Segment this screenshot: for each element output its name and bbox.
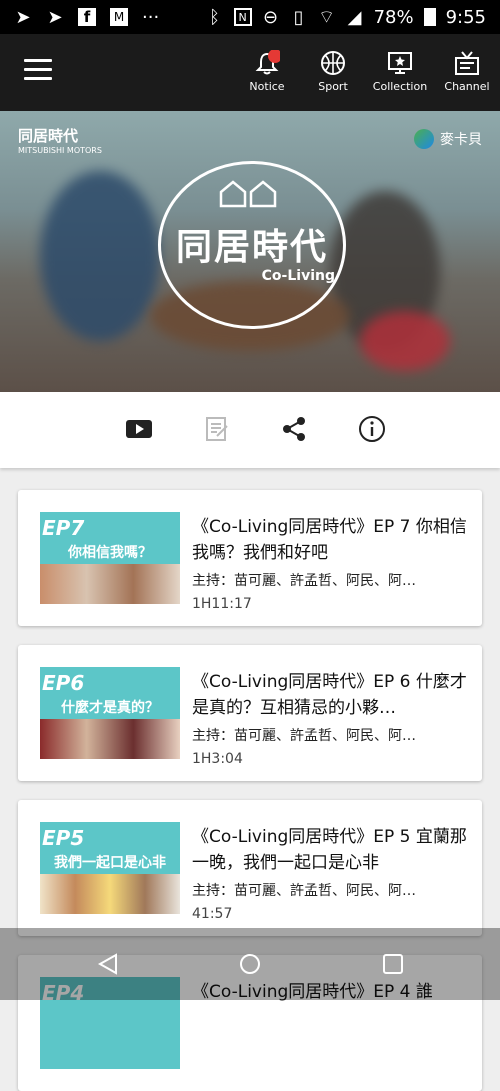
nav-channel-label: Channel xyxy=(444,80,490,93)
mail-icon: M xyxy=(110,8,128,26)
note-edit-icon xyxy=(206,417,228,441)
back-icon xyxy=(97,953,117,975)
nav-sport[interactable]: Sport xyxy=(298,50,368,93)
recents-button[interactable] xyxy=(381,952,405,976)
wifi-icon: ⌔ xyxy=(318,6,336,28)
nav-collection[interactable]: Collection xyxy=(365,50,435,93)
episode-duration: 41:57 xyxy=(192,906,233,922)
clock: 9:55 xyxy=(445,6,486,28)
battery-icon xyxy=(423,8,436,26)
episode-card[interactable]: EP6 什麼才是真的？ 《Co-Living同居時代》EP 6 什麼才是真的？互… xyxy=(18,645,482,781)
menu-button[interactable] xyxy=(24,59,52,81)
episode-duration: 1H3:04 xyxy=(192,751,243,767)
bell-icon xyxy=(255,50,280,75)
nav-notice[interactable]: Notice xyxy=(232,50,302,93)
recents-icon xyxy=(383,954,403,974)
info-icon xyxy=(359,416,385,442)
episode-thumbnail: EP7 你相信我嗎？ xyxy=(40,512,180,604)
episode-host: 主持：苗可麗、許孟哲、阿民、阿… xyxy=(192,573,416,589)
episode-thumbnail: EP5 我們一起口是心非 xyxy=(40,822,180,914)
menu-icon xyxy=(24,59,52,62)
episode-duration: 1H11:17 xyxy=(192,596,252,612)
battery-percent: 78% xyxy=(373,6,414,28)
bluetooth-icon: ᛒ xyxy=(209,6,220,28)
episode-host: 主持：苗可麗、許孟哲、阿民、阿… xyxy=(192,728,416,744)
tv-icon xyxy=(455,51,479,75)
program-banner: 同居時代 MITSUBISHI MOTORS 麥卡貝 同居時代 Co-Livin… xyxy=(0,111,500,392)
do-not-disturb-icon: ⊖ xyxy=(263,6,279,28)
edit-button[interactable] xyxy=(202,414,232,444)
basketball-icon xyxy=(321,51,345,75)
facebook-icon: f xyxy=(78,8,96,26)
home-button[interactable] xyxy=(238,952,262,976)
episode-card[interactable]: EP5 我們一起口是心非 《Co-Living同居時代》EP 5 宜蘭那一晚，我… xyxy=(18,800,482,936)
nav-notice-label: Notice xyxy=(249,80,285,93)
info-button[interactable] xyxy=(357,414,387,444)
notification-badge xyxy=(268,50,280,63)
house-icon xyxy=(219,180,277,208)
youtube-icon xyxy=(126,420,152,438)
nav-sport-label: Sport xyxy=(318,80,348,93)
banner-brand-logo: 同居時代 MITSUBISHI MOTORS xyxy=(18,127,102,155)
episode-title: 《Co-Living同居時代》EP 7 你相信我嗎？我們和好吧 xyxy=(192,517,467,563)
nfc-icon: N xyxy=(233,8,252,26)
actions-bar xyxy=(0,392,500,468)
vibrate-icon: ▯ xyxy=(293,6,304,28)
youtube-button[interactable] xyxy=(124,414,154,444)
signal-icon: ◢ xyxy=(347,6,362,28)
back-button[interactable] xyxy=(96,952,120,976)
episode-card[interactable]: EP7 你相信我嗎？ 《Co-Living同居時代》EP 7 你相信我嗎？我們和… xyxy=(18,490,482,626)
app-bar: Notice Sport Collection Channel xyxy=(0,34,500,111)
nav-collection-label: Collection xyxy=(372,80,428,93)
more-icon: ··· xyxy=(142,6,160,28)
share-icon xyxy=(283,417,305,441)
navigation-icon: ➤ xyxy=(47,6,63,28)
publisher-icon xyxy=(414,129,434,149)
system-navigation-bar xyxy=(0,928,500,1000)
status-bar: ➤ ➤ f M ··· ᛒ N ⊖ ▯ ⌔ ◢ 78% 9:55 xyxy=(0,0,500,34)
publisher-logo: 麥卡貝 xyxy=(414,129,482,149)
home-icon xyxy=(240,954,260,974)
partner-logo: MITSUBISHI MOTORS xyxy=(18,146,102,155)
episode-title: 《Co-Living同居時代》EP 6 什麼才是真的？互相猜忌的小夥… xyxy=(192,672,467,718)
monitor-star-icon xyxy=(388,52,412,74)
episode-host: 主持：苗可麗、許孟哲、阿民、阿… xyxy=(192,883,416,899)
share-button[interactable] xyxy=(279,414,309,444)
program-logo: 同居時代 Co-Living xyxy=(158,161,346,329)
navigation-icon: ➤ xyxy=(15,6,31,28)
episode-title: 《Co-Living同居時代》EP 5 宜蘭那一晚，我們一起口是心非 xyxy=(192,827,467,873)
nav-channel[interactable]: Channel xyxy=(432,50,500,93)
episode-thumbnail: EP6 什麼才是真的？ xyxy=(40,667,180,759)
